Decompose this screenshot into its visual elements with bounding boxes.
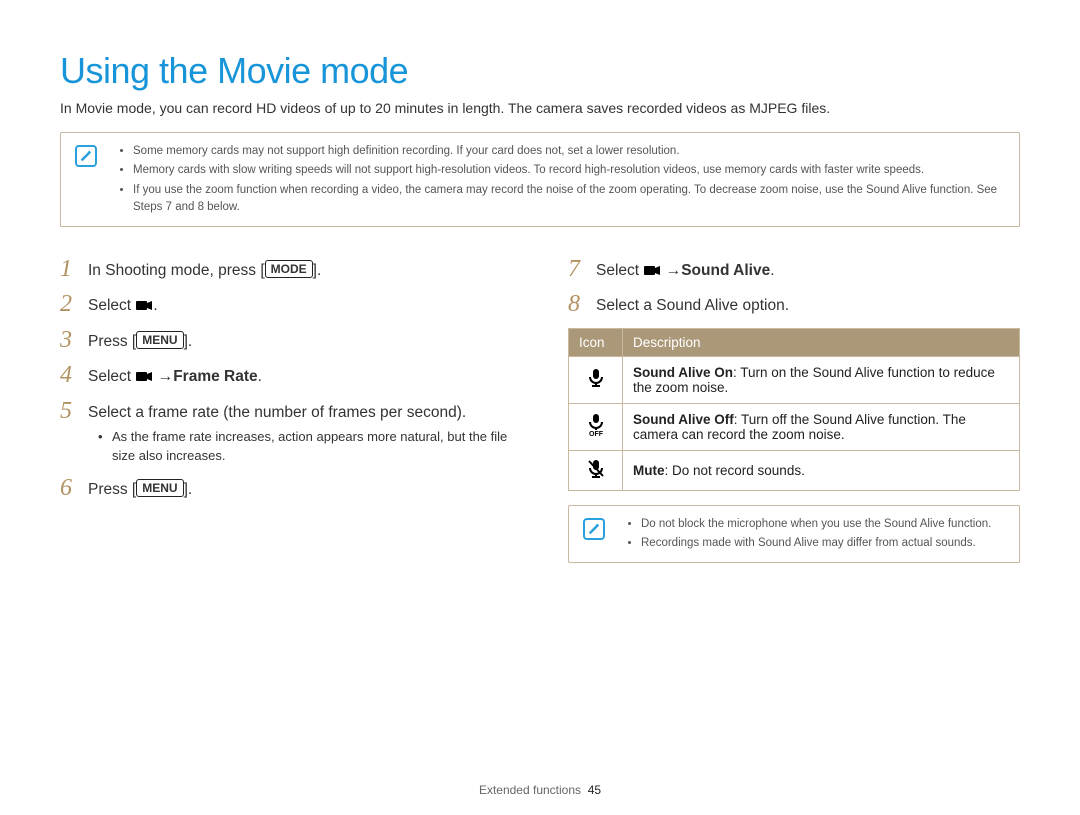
camcorder-icon [135, 297, 153, 311]
step-3: 3 Press [MENU]. [60, 328, 512, 353]
footer-section: Extended functions [479, 783, 581, 797]
note-item: Do not block the microphone when you use… [641, 516, 1007, 533]
step-2: 2 Select . [60, 292, 512, 317]
table-header-icon: Icon [569, 328, 623, 356]
step-text: Select a frame rate (the number of frame… [88, 402, 512, 424]
step-number: 4 [60, 363, 88, 387]
step-4: 4 Select Frame Rate. [60, 363, 512, 388]
note-box-bottom: Do not block the microphone when you use… [568, 505, 1020, 564]
step-number: 3 [60, 328, 88, 352]
mic-mute-icon [587, 459, 605, 482]
note-item: Some memory cards may not support high d… [133, 143, 1007, 160]
step-8: 8 Select a Sound Alive option. [568, 292, 1020, 317]
step-link: Sound Alive [681, 262, 770, 279]
footer-page-number: 45 [588, 783, 601, 797]
step-number: 2 [60, 292, 88, 316]
table-row: Sound Alive Off: Turn off the Sound Aliv… [569, 403, 1020, 450]
step-number: 6 [60, 476, 88, 500]
page-footer: Extended functions 45 [0, 783, 1080, 797]
camcorder-icon [135, 368, 153, 382]
step-text: Select [88, 368, 135, 385]
menu-badge: MENU [136, 331, 183, 349]
step-text: . [770, 262, 774, 279]
step-number: 5 [60, 399, 88, 423]
note-box-top: Some memory cards may not support high d… [60, 132, 1020, 227]
step-text: Select [596, 262, 643, 279]
note-icon [583, 518, 605, 540]
page-title: Using the Movie mode [60, 50, 1020, 92]
manual-page: Using the Movie mode In Movie mode, you … [0, 0, 1080, 815]
step-5: 5 Select a frame rate (the number of fra… [60, 399, 512, 466]
note-item: Recordings made with Sound Alive may dif… [641, 535, 1007, 552]
step-text: ]. [313, 262, 322, 279]
step-1: 1 In Shooting mode, press [MODE]. [60, 257, 512, 282]
step-text: ]. [184, 333, 193, 350]
table-row: Mute: Do not record sounds. [569, 450, 1020, 490]
steps-column-left: 1 In Shooting mode, press [MODE]. 2 Sele… [60, 249, 512, 563]
note-item: Memory cards with slow writing speeds wi… [133, 162, 1007, 179]
option-title: Sound Alive On [633, 365, 733, 380]
camcorder-icon [643, 262, 661, 276]
arrow-icon [153, 368, 173, 385]
mic-on-icon [587, 368, 605, 391]
step-7: 7 Select Sound Alive. [568, 257, 1020, 282]
options-table: Icon Description Sound Alive On: Turn on… [568, 328, 1020, 491]
step-text: In Shooting mode, press [ [88, 262, 265, 279]
step-link: Frame Rate [173, 368, 257, 385]
option-title: Mute [633, 463, 665, 478]
page-intro: In Movie mode, you can record HD videos … [60, 100, 1020, 116]
step-text: ]. [184, 481, 193, 498]
table-header-description: Description [623, 328, 1020, 356]
step-text: Press [ [88, 333, 136, 350]
step-number: 8 [568, 292, 596, 316]
step-subtext: As the frame rate increases, action appe… [88, 428, 512, 466]
option-desc: : Do not record sounds. [665, 463, 805, 478]
step-6: 6 Press [MENU]. [60, 476, 512, 501]
menu-badge: MENU [136, 479, 183, 497]
step-text: Press [ [88, 481, 136, 498]
note-item: If you use the zoom function when record… [133, 182, 1007, 217]
note-icon [75, 145, 97, 167]
option-title: Sound Alive Off [633, 412, 734, 427]
mode-badge: MODE [265, 260, 313, 278]
table-row: Sound Alive On: Turn on the Sound Alive … [569, 356, 1020, 403]
step-text: . [153, 297, 157, 314]
steps-column-right: 7 Select Sound Alive. 8 Select a Sound A… [568, 249, 1020, 563]
step-text: Select [88, 297, 135, 314]
step-number: 7 [568, 257, 596, 281]
step-text: Select a Sound Alive option. [596, 292, 1020, 317]
arrow-icon [661, 262, 681, 279]
step-number: 1 [60, 257, 88, 281]
step-text: . [258, 368, 262, 385]
mic-off-icon [587, 414, 605, 440]
